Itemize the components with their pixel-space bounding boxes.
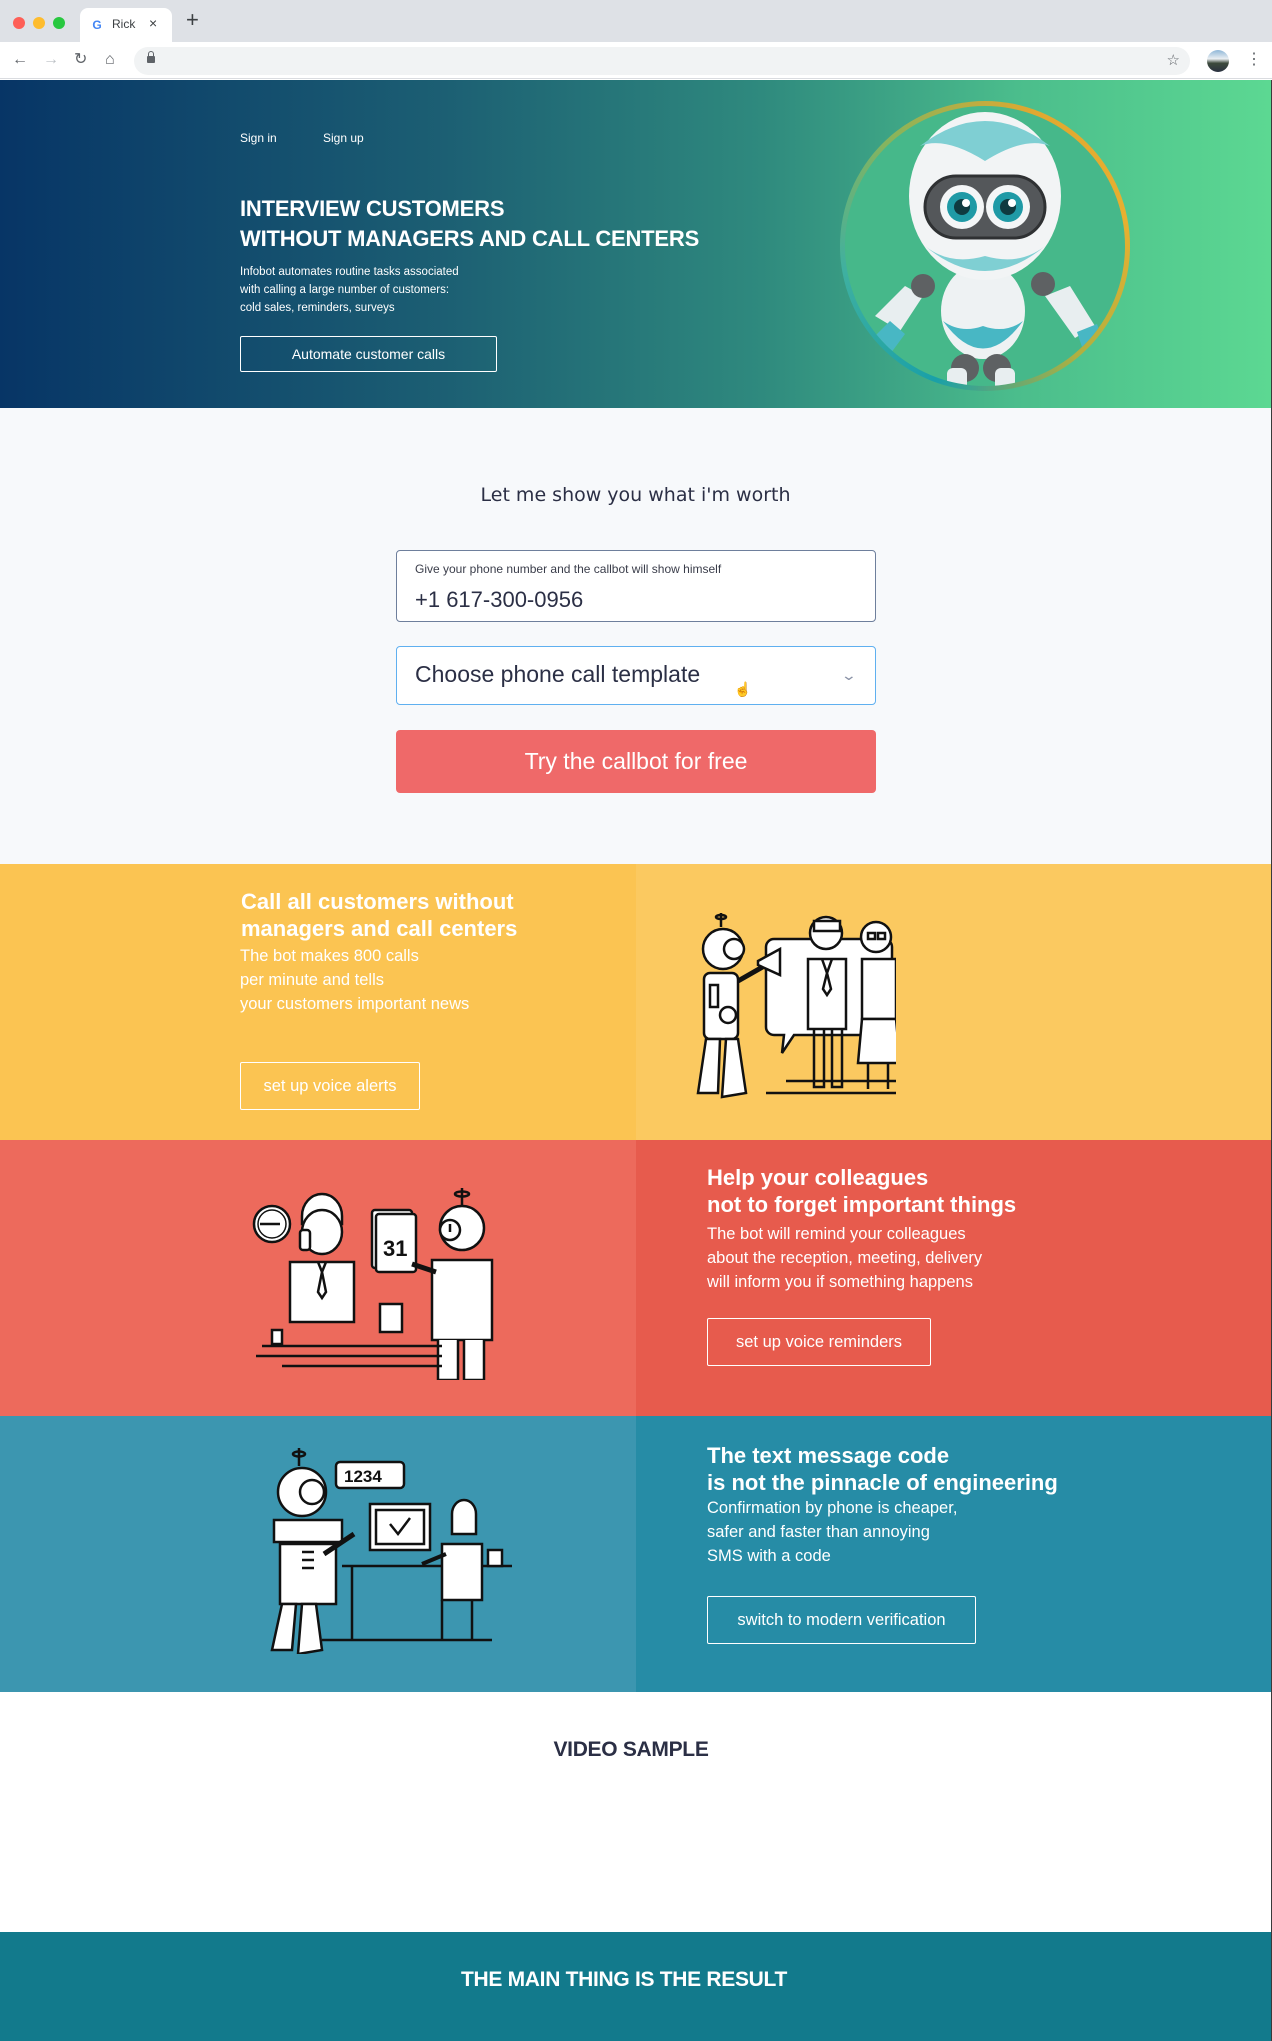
forward-icon[interactable]: → <box>43 51 59 69</box>
phone-number-field[interactable]: Give your phone number and the callbot w… <box>396 550 876 622</box>
hero-title-line2: WITHOUT MANAGERS AND CALL CENTERS <box>240 226 700 251</box>
robot-code-computer-icon: 1234 <box>270 1448 512 1654</box>
feature-title: Call all customers without managers and … <box>241 888 517 942</box>
feature-desc-line1: Confirmation by phone is cheaper, <box>707 1499 958 1517</box>
video-sample-section: VIDEO SAMPLE <box>0 1692 1271 1932</box>
hand-cursor-icon: ☝ <box>734 681 752 697</box>
feature-title: Help your colleagues not to forget impor… <box>707 1164 1016 1218</box>
feature-illustration-panel: 1234 <box>0 1416 636 1692</box>
hero-desc-line3: cold sales, reminders, surveys <box>240 302 395 314</box>
feature-phone-verification: 1234 The text message code is not the pi… <box>0 1416 1271 1692</box>
chevron-down-icon: ⌄ <box>840 667 858 683</box>
call-template-selected: Choose phone call template <box>415 661 701 687</box>
phone-number-input[interactable] <box>415 587 855 613</box>
tab-close-icon[interactable]: × <box>149 15 157 31</box>
browser-toolbar: ← → ↻ ⌂ ☆ ⋮ <box>0 42 1272 79</box>
feature-desc-line3: SMS with a code <box>707 1547 831 1565</box>
back-icon[interactable]: ← <box>12 51 28 69</box>
hero-desc-line1: Infobot automates routine tasks associat… <box>240 266 459 278</box>
maximize-window-button[interactable] <box>53 17 65 29</box>
robot-calendar-office-icon: 31 <box>252 1188 494 1380</box>
feature-description: Confirmation by phone is cheaper, safer … <box>707 1496 957 1568</box>
robot-mascot-frame <box>840 101 1130 391</box>
hero-desc-line2: with calling a large number of customers… <box>240 284 450 296</box>
feature-text-panel: Help your colleagues not to forget impor… <box>636 1140 1271 1416</box>
browser-menu-icon[interactable]: ⋮ <box>1246 49 1262 71</box>
tab-strip: G Rick × + <box>0 0 1272 42</box>
feature-voice-reminders: 31 Help your colleagues not to forget im… <box>0 1140 1271 1416</box>
feature-title-line1: The text message code <box>707 1443 950 1468</box>
feature-title-line2: is not the pinnacle of engineering <box>707 1470 1058 1495</box>
browser-window: G Rick × + ← → ↻ ⌂ ☆ ⋮ Sign in Sign up I… <box>0 0 1272 2041</box>
code-bubble-text: 1234 <box>344 1467 382 1486</box>
lock-icon <box>147 51 155 63</box>
demo-section: Let me show you what i'm worth Give your… <box>0 408 1271 864</box>
profile-avatar[interactable] <box>1207 50 1229 72</box>
feature-desc-line1: The bot will remind your colleagues <box>707 1225 966 1243</box>
feature-desc-line1: The bot makes 800 calls <box>240 947 419 965</box>
browser-tab[interactable]: G Rick × <box>80 8 172 42</box>
tab-title: Rick <box>112 17 136 31</box>
feature-voice-alerts: Call all customers without managers and … <box>0 864 1271 1140</box>
google-favicon-icon: G <box>92 18 102 32</box>
sign-up-link[interactable]: Sign up <box>323 131 364 145</box>
feature-description: The bot will remind your colleagues abou… <box>707 1222 982 1294</box>
feature-description: The bot makes 800 calls per minute and t… <box>240 944 469 1016</box>
feature-title: The text message code is not the pinnacl… <box>707 1442 1058 1496</box>
feature-text-panel: The text message code is not the pinnacl… <box>636 1416 1271 1692</box>
feature-desc-line3: your customers important news <box>240 995 470 1013</box>
video-sample-title: VIDEO SAMPLE <box>553 1738 709 1761</box>
voice-reminders-button[interactable]: set up voice reminders <box>707 1318 931 1366</box>
address-bar[interactable]: ☆ <box>134 47 1190 75</box>
hero-section: Sign in Sign up INTERVIEW CUSTOMERS WITH… <box>0 80 1271 408</box>
phone-number-label: Give your phone number and the callbot w… <box>415 562 722 576</box>
feature-text-panel: Call all customers without managers and … <box>0 864 636 1140</box>
call-template-select[interactable]: Choose phone call template ⌄ <box>396 646 876 705</box>
feature-desc-line2: about the reception, meeting, delivery <box>707 1249 983 1267</box>
minimize-window-button[interactable] <box>33 17 45 29</box>
calendar-day: 31 <box>383 1236 407 1261</box>
sign-in-link[interactable]: Sign in <box>240 131 277 145</box>
feature-illustration-panel: 31 <box>0 1140 636 1416</box>
feature-illustration-panel <box>636 864 1271 1140</box>
demo-title: Let me show you what i'm worth <box>480 484 791 506</box>
feature-title-line2: managers and call centers <box>241 916 518 941</box>
close-window-button[interactable] <box>13 17 25 29</box>
feature-title-line2: not to forget important things <box>707 1192 1017 1217</box>
automate-calls-button[interactable]: Automate customer calls <box>240 336 497 372</box>
feature-title-line1: Call all customers without <box>241 889 514 914</box>
robot-mascot-icon <box>865 112 1107 386</box>
reload-icon[interactable]: ↻ <box>74 51 87 69</box>
feature-title-line1: Help your colleagues <box>707 1165 929 1190</box>
feature-desc-line3: will inform you if something happens <box>707 1273 973 1291</box>
modern-verification-button[interactable]: switch to modern verification <box>707 1596 976 1644</box>
hero-description: Infobot automates routine tasks associat… <box>240 263 459 317</box>
web-page: Sign in Sign up INTERVIEW CUSTOMERS WITH… <box>0 80 1272 2041</box>
voice-alerts-button[interactable]: set up voice alerts <box>240 1062 420 1110</box>
robot-megaphone-people-icon <box>696 913 896 1099</box>
hero-title-line1: INTERVIEW CUSTOMERS <box>240 196 505 221</box>
feature-desc-line2: per minute and tells <box>240 971 384 989</box>
bookmark-star-icon[interactable]: ☆ <box>1167 51 1180 69</box>
home-icon[interactable]: ⌂ <box>105 51 115 69</box>
result-title: THE MAIN THING IS THE RESULT <box>460 1968 788 1991</box>
feature-desc-line2: safer and faster than annoying <box>707 1523 930 1541</box>
hero-title: INTERVIEW CUSTOMERS WITHOUT MANAGERS AND… <box>240 194 699 254</box>
new-tab-button[interactable]: + <box>186 9 199 31</box>
result-section: THE MAIN THING IS THE RESULT <box>0 1932 1271 2041</box>
try-callbot-button[interactable]: Try the callbot for free <box>396 730 876 793</box>
